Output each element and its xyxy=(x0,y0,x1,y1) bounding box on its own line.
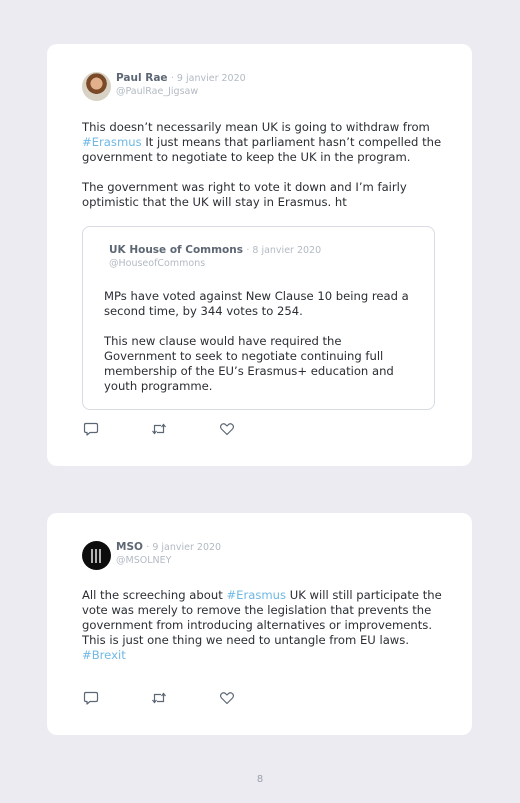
tweet-card: MSO · 9 janvier 2020 @MSOLNEY All the sc… xyxy=(47,513,472,735)
quote-date: · 8 janvier 2020 xyxy=(246,245,322,256)
tweet-header: MSO · 9 janvier 2020 @MSOLNEY xyxy=(82,541,221,570)
page-number: 8 xyxy=(256,774,264,785)
quoted-tweet[interactable]: UK House of Commons · 8 janvier 2020 @Ho… xyxy=(82,226,435,410)
tweet-text: This doesn’t necessarily mean UK is goin… xyxy=(82,120,452,210)
tweet-actions xyxy=(83,422,287,436)
author-handle[interactable]: @PaulRae_Jigsaw xyxy=(116,85,246,98)
logo-icon xyxy=(90,548,103,563)
author-name[interactable]: Paul Rae xyxy=(116,72,168,84)
retweet-icon[interactable] xyxy=(151,691,167,705)
name-row: UK House of Commons · 8 janvier 2020 xyxy=(109,244,321,257)
reply-icon[interactable] xyxy=(83,691,99,705)
tweet-date: · 9 janvier 2020 xyxy=(170,73,246,84)
avatar[interactable] xyxy=(82,541,111,570)
tweet-actions xyxy=(83,691,287,705)
quote-text: MPs have voted against New Clause 10 bei… xyxy=(104,289,416,394)
tweet-card: Paul Rae · 9 janvier 2020 @PaulRae_Jigsa… xyxy=(47,44,472,466)
avatar[interactable] xyxy=(82,72,111,101)
author-meta: Paul Rae · 9 janvier 2020 @PaulRae_Jigsa… xyxy=(116,72,246,98)
name-row: MSO · 9 janvier 2020 xyxy=(116,541,221,554)
tweet-header: Paul Rae · 9 janvier 2020 @PaulRae_Jigsa… xyxy=(82,72,246,101)
quote-paragraph: This new clause would have required the … xyxy=(104,334,394,393)
tweet-text: All the screeching about #Erasmus UK wil… xyxy=(82,588,452,663)
name-row: Paul Rae · 9 janvier 2020 xyxy=(116,72,246,85)
retweet-icon[interactable] xyxy=(151,422,167,436)
tweet-paragraph: This doesn’t necessarily mean UK is goin… xyxy=(82,120,452,165)
author-name[interactable]: MSO xyxy=(116,541,143,553)
author-handle[interactable]: @MSOLNEY xyxy=(116,554,221,567)
text-segment: All the screeching about xyxy=(82,588,227,602)
reply-icon[interactable] xyxy=(83,422,99,436)
hashtag-link[interactable]: #Erasmus xyxy=(82,135,142,149)
tweet-paragraph: The government was right to vote it down… xyxy=(82,180,407,209)
quote-header: UK House of Commons · 8 janvier 2020 @Ho… xyxy=(109,244,321,270)
tweet-paragraph: All the screeching about #Erasmus UK wil… xyxy=(82,588,452,663)
author-meta: MSO · 9 janvier 2020 @MSOLNEY xyxy=(116,541,221,567)
quote-author-name[interactable]: UK House of Commons xyxy=(109,244,243,256)
page: Paul Rae · 9 janvier 2020 @PaulRae_Jigsa… xyxy=(0,0,520,803)
like-icon[interactable] xyxy=(219,691,235,705)
hashtag-link[interactable]: #Brexit xyxy=(82,648,126,662)
quote-author-handle[interactable]: @HouseofCommons xyxy=(109,257,321,270)
hashtag-link[interactable]: #Erasmus xyxy=(226,588,286,602)
like-icon[interactable] xyxy=(219,422,235,436)
quote-paragraph: MPs have voted against New Clause 10 bei… xyxy=(104,289,409,318)
text-segment: This doesn’t necessarily mean UK is goin… xyxy=(82,120,430,134)
tweet-date: · 9 janvier 2020 xyxy=(146,542,222,553)
